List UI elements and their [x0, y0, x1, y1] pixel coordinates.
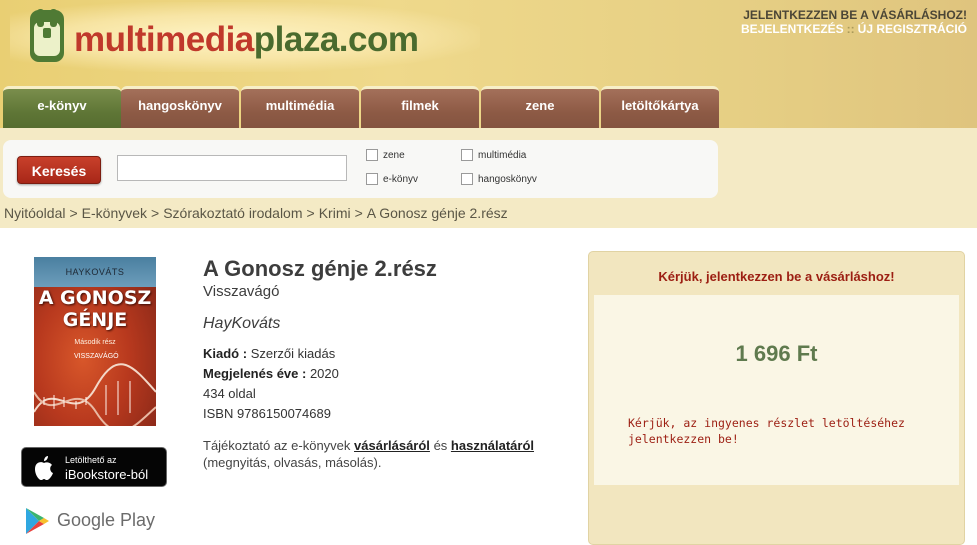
usage-info-link[interactable]: használatáról [451, 438, 534, 453]
filter-label: hangoskönyv [478, 173, 537, 185]
purchase-info-link[interactable]: vásárlásáról [354, 438, 430, 453]
cover-title: A GONOSZ GÉNJE [38, 287, 152, 331]
filter-multimedia[interactable]: multimédia [461, 149, 526, 161]
filter-e-konyv[interactable]: e-könyv [366, 173, 418, 185]
breadcrumb-separator: > [151, 205, 160, 221]
breadcrumb-separator: > [306, 205, 315, 221]
tab-filmek[interactable]: filmek [361, 86, 479, 128]
book-author[interactable]: HayKováts [203, 315, 280, 333]
publisher-value: Szerzői kiadás [250, 346, 336, 361]
tab-multimedia[interactable]: multimédia [241, 86, 359, 128]
filter-label: e-könyv [383, 173, 419, 185]
breadcrumb-separator: > [69, 205, 78, 221]
ibook-badge-line2: iBookstore-ból [65, 467, 149, 482]
tab-zene[interactable]: zene [481, 86, 599, 128]
ibookstore-badge[interactable]: Letölthető az iBookstore-ból [21, 447, 167, 487]
logo-part-1: multimedia [74, 20, 254, 59]
search-input[interactable] [117, 155, 347, 181]
guide-pre: Tájékoztató az e-könyvek [203, 438, 351, 453]
ibook-badge-line1: Letölthető az [65, 455, 117, 465]
breadcrumb-separator: > [354, 205, 363, 221]
price: 1 696 Ft [735, 341, 818, 366]
logo-part-2: plaza.com [253, 20, 419, 59]
book-title: A Gonosz génje 2.rész [203, 256, 437, 281]
checkbox[interactable] [461, 173, 473, 185]
account-area: JELENTKEZZEN BE A VÁSÁRLÁSHOZ! BEJELENTK… [741, 8, 967, 36]
publisher-row: Kiadó : Szerzői kiadás [203, 346, 335, 361]
breadcrumb-szorakoztato[interactable]: Szórakoztató irodalom [163, 205, 302, 221]
filter-label: zene [383, 149, 405, 161]
year-value: 2020 [309, 366, 339, 381]
logo-icon[interactable] [28, 8, 66, 64]
google-play-label: Google Play [57, 510, 156, 530]
filter-hangoskonyv[interactable]: hangoskönyv [461, 173, 537, 185]
search-button[interactable]: Keresés [17, 156, 101, 184]
book-subtitle: Visszavágó [203, 283, 280, 300]
book-cover[interactable]: HAYKOVÁTS A GONOSZ GÉNJE Második rész VI… [34, 257, 156, 426]
google-play-icon [26, 508, 49, 534]
login-prompt: JELENTKEZZEN BE A VÁSÁRLÁSHOZ! [743, 8, 967, 22]
tab-hangoskonyv[interactable]: hangoskönyv [121, 86, 239, 128]
dna-helix-image [34, 363, 156, 426]
tab-e-konyv[interactable]: e-könyv [3, 86, 121, 128]
checkbox[interactable] [366, 149, 378, 161]
breadcrumb-e-konyvek[interactable]: E-könyvek [82, 205, 147, 221]
guide-post: (megnyitás, olvasás, másolás). [203, 455, 382, 470]
publisher-label: Kiadó : [203, 346, 248, 361]
page-count: 434 oldal [203, 386, 256, 401]
login-link[interactable]: BEJELENTKEZÉS [741, 22, 844, 36]
checkbox[interactable] [461, 149, 473, 161]
ebook-guide-text: Tájékoztató az e-könyvek vásárlásáról és… [203, 437, 583, 471]
filter-zene[interactable]: zene [366, 149, 405, 161]
guide-mid: és [433, 438, 448, 453]
register-link[interactable]: ÚJ REGISZTRÁCIÓ [858, 22, 967, 36]
purchase-login-prompt[interactable]: Kérjük, jelentkezzen be a vásárláshoz! [588, 269, 965, 284]
breadcrumb-current: A Gonosz génje 2.rész [366, 205, 508, 221]
search-panel [3, 140, 718, 198]
google-play-badge[interactable]: Google Play [24, 506, 164, 536]
filter-label: multimédia [478, 149, 527, 161]
cover-author: HAYKOVÁTS [65, 267, 125, 277]
tab-letoltokartya[interactable]: letöltőkártya [601, 86, 719, 128]
breadcrumb-krimi[interactable]: Krimi [319, 205, 351, 221]
breadcrumb-home[interactable]: Nyitóoldal [4, 205, 65, 221]
site-logo[interactable]: multimediaplaza.com [74, 20, 419, 60]
price-box [594, 295, 959, 485]
checkbox[interactable] [366, 173, 378, 185]
breadcrumb: Nyitóoldal > E-könyvek > Szórakoztató irodal… [4, 205, 508, 221]
apple-icon [35, 456, 53, 480]
account-separator: :: [846, 22, 855, 36]
cover-subtitle: Második rész [74, 339, 116, 346]
excerpt-login-note: Kérjük, az ingyenes részlet letöltéséhez… [628, 416, 905, 446]
year-row: Megjelenés éve : 2020 [203, 366, 339, 381]
isbn: ISBN 9786150074689 [203, 406, 331, 421]
year-label: Megjelenés éve : [203, 366, 307, 381]
